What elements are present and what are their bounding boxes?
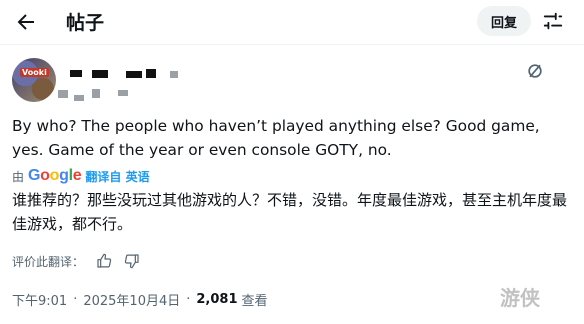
censored-name (170, 71, 178, 78)
views-label: 查看 (241, 294, 268, 309)
censored-name (126, 71, 142, 78)
grok-icon[interactable] (525, 61, 545, 81)
translated-by-prefix: 由 (12, 169, 25, 184)
google-logo: Google (28, 167, 82, 184)
header-divider (0, 44, 584, 45)
reply-button[interactable]: 回复 (477, 6, 531, 36)
rate-translation: 评价此翻译： (12, 251, 140, 271)
watermark: 游侠 (500, 286, 540, 310)
censored-handle (58, 90, 68, 98)
avatar-label: Vooki (20, 68, 49, 77)
translation-attribution: 由 Google 翻译自 英语 (12, 167, 150, 185)
avatar[interactable] (12, 58, 56, 102)
top-bar: 帖子 回复 (0, 0, 584, 44)
censored-name (146, 69, 156, 78)
tweet-text: By who? The people who haven’t played an… (12, 117, 540, 159)
page-title: 帖子 (66, 12, 105, 34)
censored-handle (118, 90, 128, 96)
separator: · (186, 292, 191, 307)
back-arrow-icon[interactable] (14, 10, 38, 34)
reply-settings-icon[interactable] (542, 10, 564, 32)
tweet-time[interactable]: 下午9:01 (12, 290, 67, 309)
separator: · (73, 292, 78, 307)
translated-text: 谁推荐的？那些没玩过其他游戏的人？不错，没错。年度最佳游戏，甚至主机年度最佳游戏… (12, 191, 568, 233)
views-count: 2,081 (196, 292, 238, 307)
thumbs-down-icon[interactable] (124, 253, 140, 269)
tweet-date[interactable]: 2025年10月4日 (83, 290, 180, 309)
censored-name (92, 70, 108, 78)
tweet-meta: 下午9:01 · 2025年10月4日 · 2,081 查看 (12, 290, 268, 309)
rate-translation-label: 评价此翻译： (12, 254, 85, 269)
censored-name (70, 70, 82, 77)
translate-source-link[interactable]: 翻译自 英语 (85, 168, 149, 185)
censored-handle (92, 89, 100, 98)
thumbs-up-icon[interactable] (96, 253, 112, 269)
censored-handle (74, 95, 84, 101)
